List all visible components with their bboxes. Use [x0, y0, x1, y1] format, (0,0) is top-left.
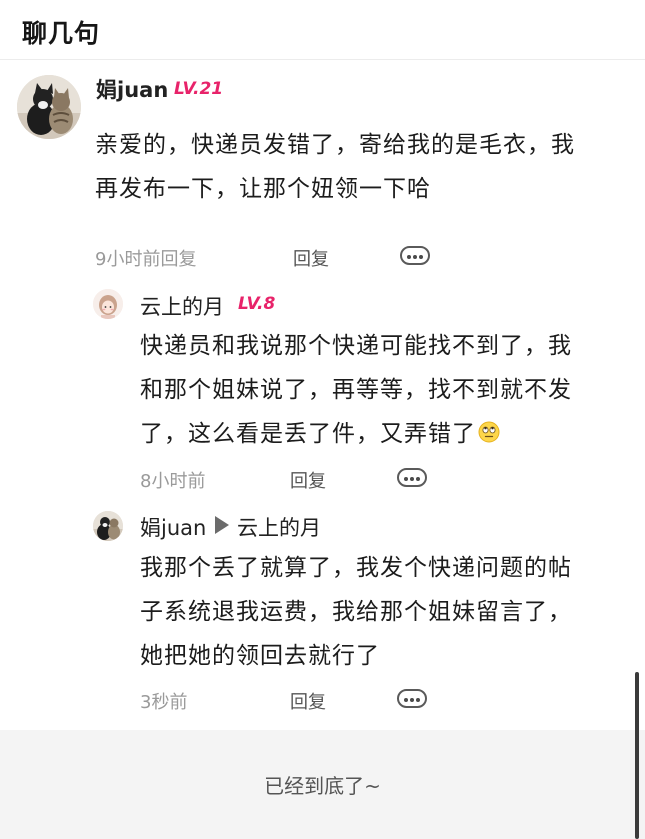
reply-button[interactable]: 回复	[290, 467, 326, 493]
comment-time: 9小时前回复	[95, 249, 197, 270]
reply-button[interactable]: 回复	[290, 688, 326, 714]
more-options-icon[interactable]	[397, 468, 427, 487]
cat-avatar-image	[17, 75, 81, 139]
avatar[interactable]	[93, 511, 123, 541]
reply-to-username[interactable]: 云上的月	[237, 512, 321, 542]
level-badge: LV.21	[174, 79, 224, 99]
cat-avatar-image	[93, 511, 123, 541]
username[interactable]: 娟juan	[96, 74, 168, 104]
more-options-icon[interactable]	[397, 689, 427, 708]
eye-roll-emoji-icon	[478, 414, 500, 458]
more-options-icon[interactable]	[400, 246, 430, 265]
scrollbar[interactable]	[635, 672, 639, 839]
level-badge: LV.8	[238, 294, 276, 314]
end-of-list-footer: 已经到底了~	[0, 730, 645, 839]
reply-arrow-icon	[215, 516, 229, 534]
reply-button[interactable]: 回复	[293, 245, 329, 271]
username[interactable]: 娟juan	[140, 512, 206, 542]
end-of-list-text: 已经到底了~	[264, 774, 381, 798]
girl-avatar-image	[93, 289, 123, 319]
comment-time: 3秒前	[140, 692, 188, 713]
comment-text: 我那个丢了就算了，我发个快递问题的帖 子系统退我运费，我给那个姐妹留言了， 她把…	[140, 555, 572, 669]
username[interactable]: 云上的月	[140, 291, 224, 321]
comments-header: 聊几句	[0, 0, 645, 60]
comment-time: 8小时前	[140, 471, 206, 492]
avatar[interactable]	[17, 75, 81, 139]
section-title: 聊几句	[22, 19, 101, 48]
comment-text: 快递员和我说那个快递可能找不到了，我 和那个姐妹说了，再等等，找不到就不发 了，…	[140, 324, 572, 458]
avatar[interactable]	[93, 289, 123, 319]
comment-text: 亲爱的，快递员发错了，寄给我的是毛衣，我 再发布一下，让那个妞领一下哈	[95, 132, 575, 202]
